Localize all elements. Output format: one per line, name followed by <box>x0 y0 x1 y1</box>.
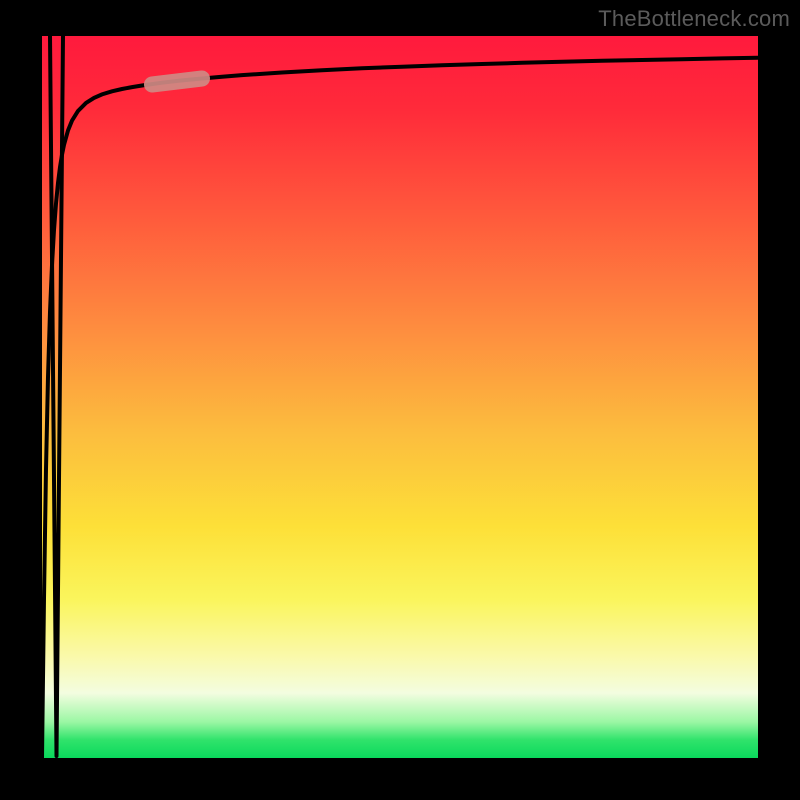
attribution-label: TheBottleneck.com <box>598 6 790 32</box>
chart-frame: TheBottleneck.com <box>0 0 800 800</box>
plot-area <box>42 36 758 758</box>
